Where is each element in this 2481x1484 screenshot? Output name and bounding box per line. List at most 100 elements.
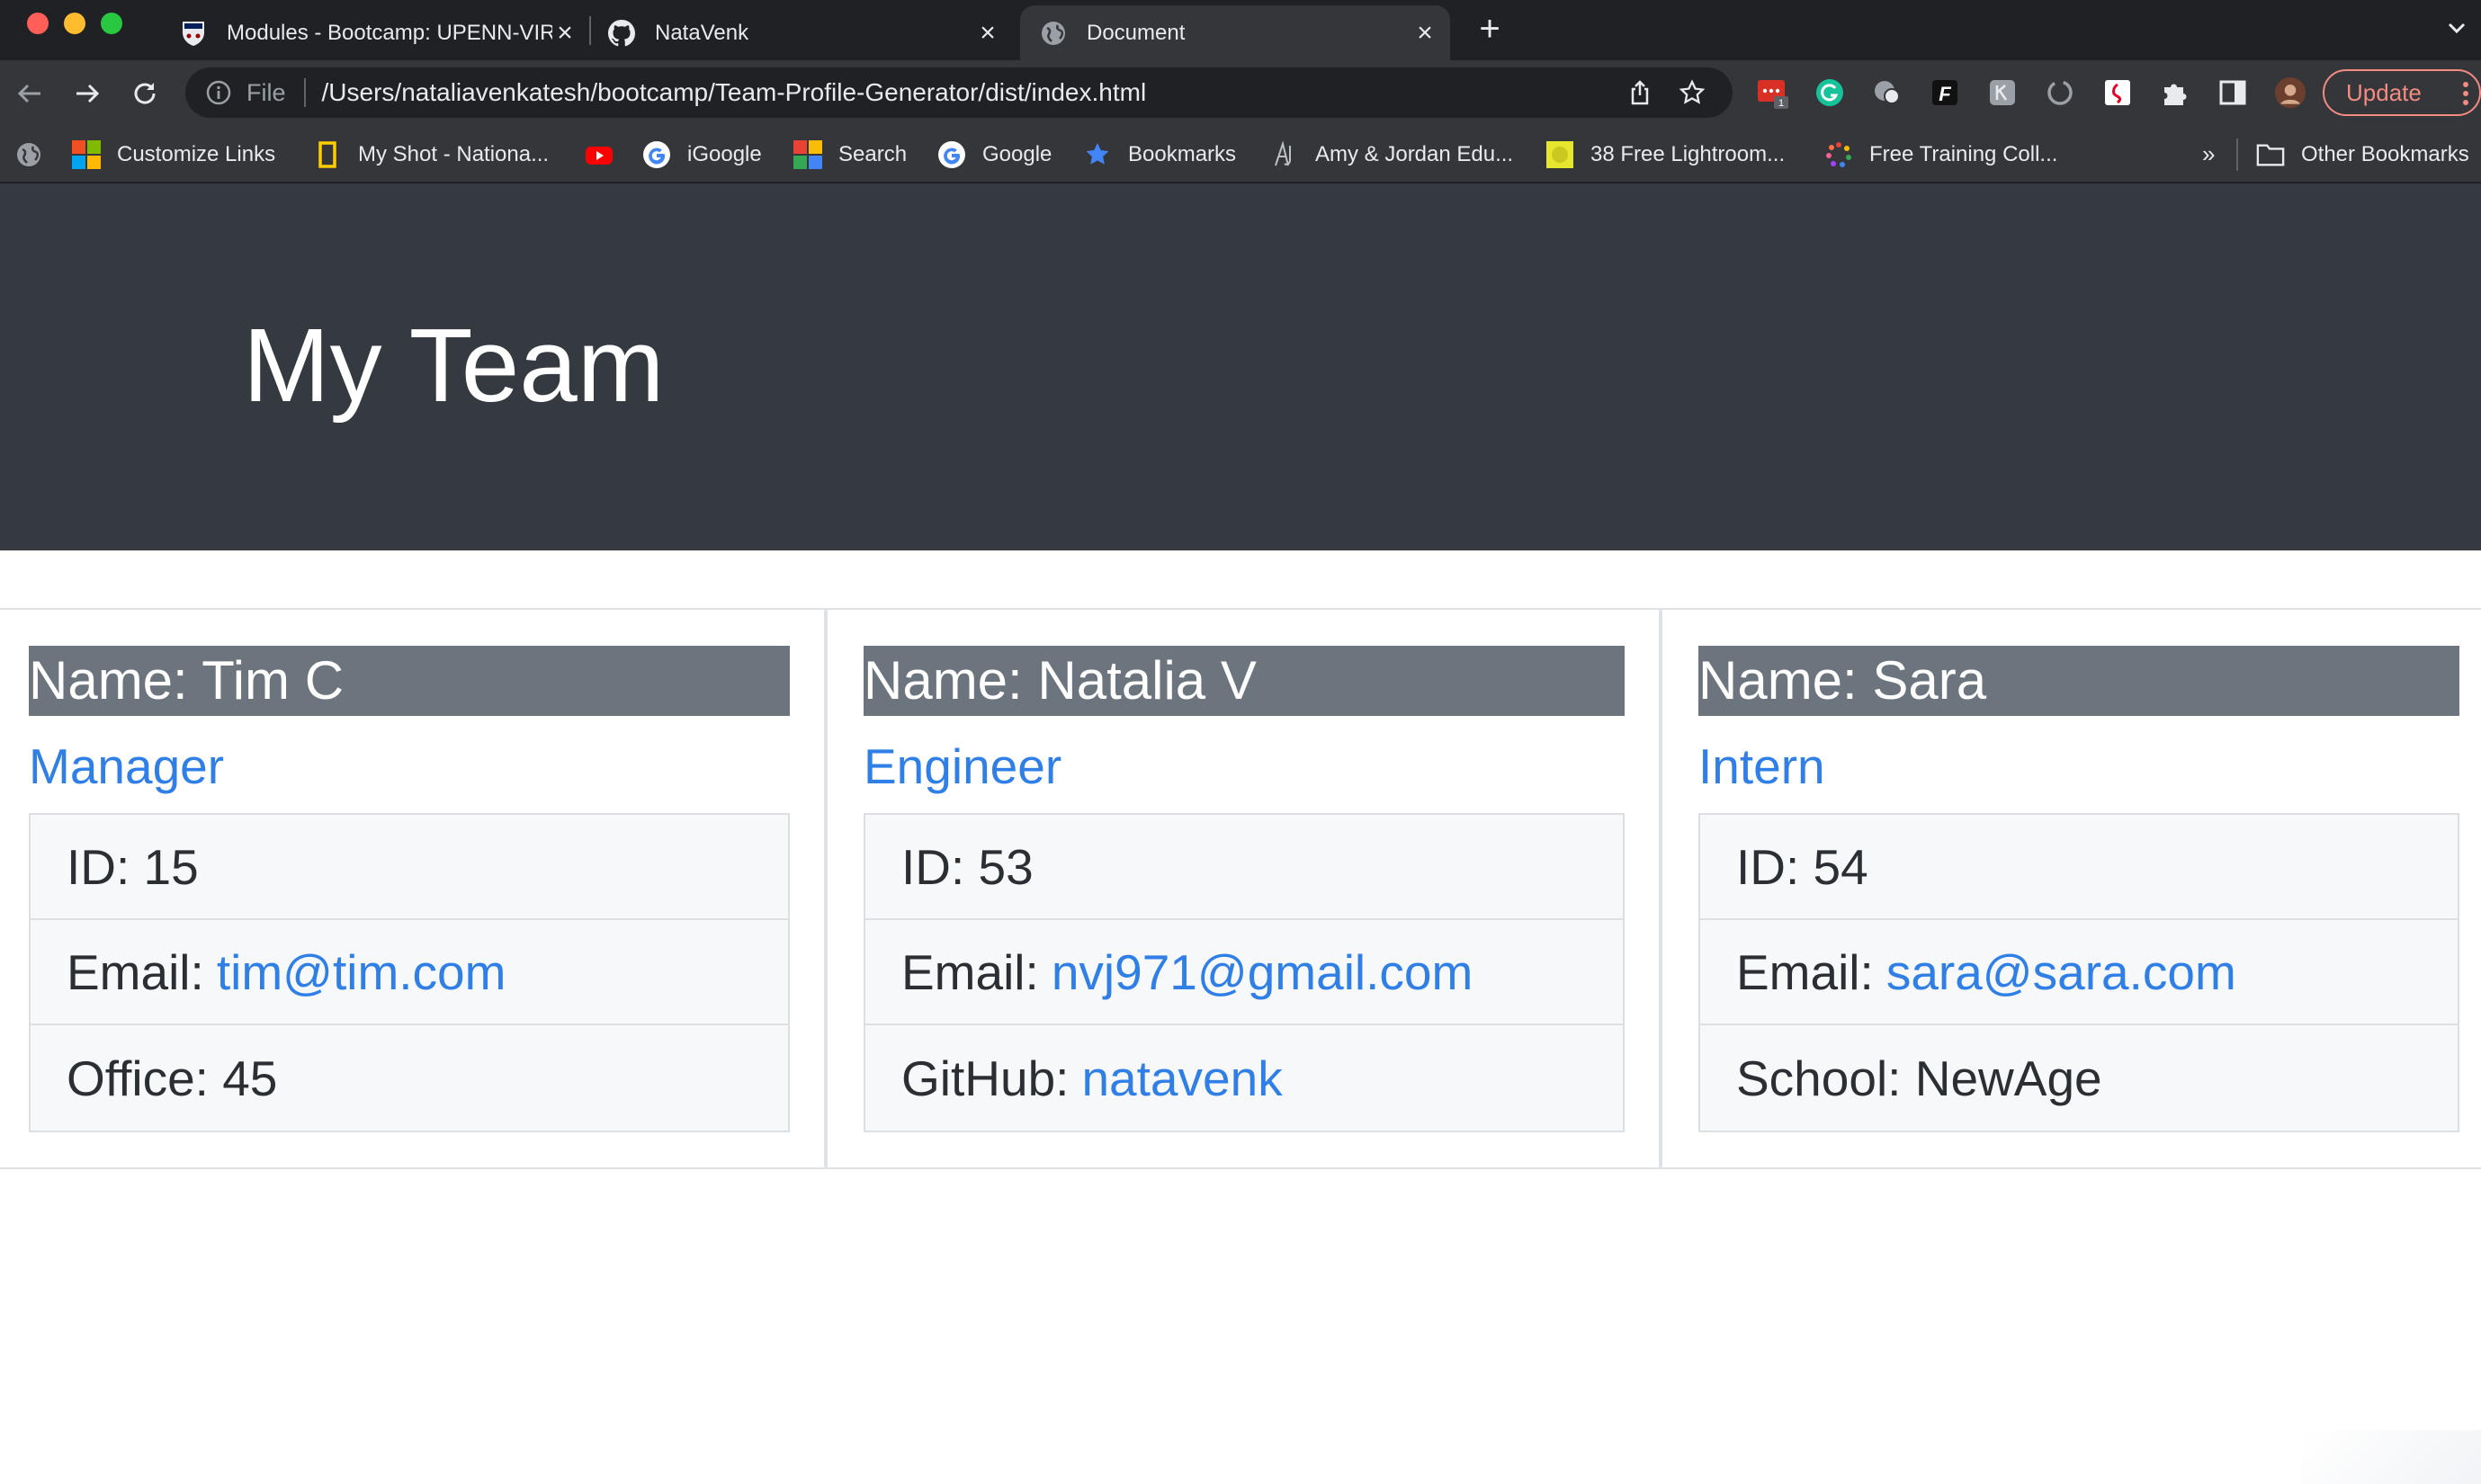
bookmark-label: iGoogle (687, 142, 762, 166)
email-link[interactable]: tim@tim.com (217, 943, 506, 1001)
close-tab-icon[interactable]: × (552, 19, 578, 46)
bookmark-search[interactable]: Search (793, 126, 907, 183)
member-id: ID: 53 (865, 815, 1623, 920)
bookmark-free-training[interactable]: Free Training Coll... (1824, 126, 2057, 183)
folder-icon (2256, 140, 2285, 169)
email-label: Email: (1736, 943, 1874, 1000)
loop-extension-icon[interactable] (2044, 76, 2076, 109)
maximize-window-button[interactable] (101, 13, 122, 34)
grammarly-extension-icon[interactable] (1814, 76, 1846, 109)
evernote-extension-icon[interactable] (1871, 76, 1903, 109)
profile-avatar[interactable] (2274, 76, 2306, 109)
team-member-card: Name: Sara Intern ID: 54 Email: sara@sar… (1661, 608, 2481, 1169)
github-label: GitHub: (901, 1050, 1070, 1106)
update-label: Update (2346, 78, 2422, 106)
member-github-row: GitHub: natavenk (865, 1025, 1623, 1131)
pinterest-extension-icon[interactable] (2101, 76, 2134, 109)
gray-extension-icon[interactable] (1986, 76, 2019, 109)
tab-title: Document (1087, 20, 1186, 45)
member-office: Office: 45 (67, 1050, 278, 1106)
tab-document[interactable]: Document × (1020, 5, 1450, 60)
tab-natavenk[interactable]: NataVenk × (608, 5, 1000, 60)
more-bookmarks-chevron-icon[interactable]: » (2202, 140, 2215, 168)
apps-globe-bookmark[interactable] (14, 126, 59, 183)
penn-shield-icon (180, 20, 207, 47)
member-email-row: Email: tim@tim.com (31, 920, 788, 1025)
bookmark-label: Amy & Jordan Edu... (1315, 142, 1514, 166)
close-tab-icon[interactable]: × (975, 19, 1000, 46)
tab-search-chevron-icon[interactable] (2443, 14, 2470, 41)
tab-title: Modules - Bootcamp: UPENN-VIRT (227, 20, 552, 45)
globe-icon (1040, 20, 1067, 47)
search-app-icon (793, 140, 822, 169)
email-label: Email: (901, 943, 1039, 1000)
email-label: Email: (67, 943, 204, 1000)
url-divider (303, 78, 306, 107)
member-id: ID: 15 (31, 815, 788, 920)
bookmark-label: Free Training Coll... (1869, 142, 2058, 166)
natgeo-icon (313, 140, 342, 169)
info-icon[interactable] (205, 79, 232, 106)
tab-modules[interactable]: Modules - Bootcamp: UPENN-VIRT × (176, 5, 578, 60)
reload-icon (134, 83, 156, 104)
member-details-list: ID: 15 Email: tim@tim.com Office: 45 (29, 813, 790, 1132)
tab-title: NataVenk (655, 20, 749, 45)
address-bar[interactable]: File /Users/nataliavenkatesh/bootcamp/Te… (185, 67, 1733, 118)
bookmark-bookmarks[interactable]: Bookmarks (1083, 126, 1236, 183)
globe-icon (14, 140, 43, 169)
puzzle-extensions-icon[interactable] (2159, 76, 2191, 109)
github-link[interactable]: natavenk (1081, 1050, 1282, 1107)
svg-text:F: F (1939, 83, 1951, 105)
kebab-menu-icon[interactable] (2463, 82, 2468, 105)
share-icon[interactable] (1626, 79, 1653, 106)
member-name: Name: Tim C (29, 646, 790, 716)
bookmark-label: Bookmarks (1128, 142, 1237, 166)
forward-button[interactable] (70, 76, 104, 111)
bookmark-label: 38 Free Lightroom... (1590, 142, 1786, 166)
member-email-row: Email: sara@sara.com (1700, 920, 2458, 1025)
todoist-extension-icon[interactable]: 1 (1756, 76, 1788, 109)
email-link[interactable]: sara@sara.com (1886, 943, 2236, 1001)
bookmark-other[interactable]: Other Bookmarks (2256, 126, 2469, 183)
bookmarks-divider (2236, 139, 2238, 171)
training-icon (1824, 140, 1853, 169)
bookmark-my-shot[interactable]: My Shot - Nationa... (313, 126, 549, 183)
back-arrow-icon (17, 84, 40, 103)
member-details-list: ID: 54 Email: sara@sara.com School: NewA… (1698, 813, 2459, 1132)
bookmark-label: Other Bookmarks (2301, 142, 2469, 166)
extension-badge: 1 (1778, 98, 1784, 109)
tab-divider (589, 16, 591, 45)
google-icon (642, 140, 671, 169)
star-bookmark-icon (1083, 140, 1112, 169)
close-window-button[interactable] (27, 13, 49, 34)
member-details-list: ID: 53 Email: nvj971@gmail.com GitHub: n… (864, 813, 1625, 1132)
youtube-icon (585, 140, 614, 169)
url-scheme: File (246, 78, 286, 106)
f-extension-icon[interactable]: F (1929, 76, 1961, 109)
team-member-card: Name: Tim C Manager ID: 15 Email: tim@ti… (0, 608, 826, 1169)
lightroom-icon (1545, 140, 1574, 169)
side-panel-icon[interactable] (2217, 76, 2249, 109)
page-title: My Team (243, 307, 665, 424)
close-tab-icon[interactable]: × (1412, 19, 1438, 46)
bookmark-label: My Shot - Nationa... (358, 142, 550, 166)
back-button[interactable] (13, 76, 47, 111)
new-tab-button[interactable]: + (1473, 11, 1506, 47)
bookmark-amy-jordan[interactable]: Amy & Jordan Edu... (1270, 126, 1513, 183)
bookmark-youtube[interactable] (585, 126, 630, 183)
member-name: Name: Sara (1698, 646, 2459, 716)
update-button[interactable]: Update (2323, 69, 2481, 116)
bookmark-igoogle[interactable]: iGoogle (642, 126, 762, 183)
url-text[interactable]: /Users/nataliavenkatesh/bootcamp/Team-Pr… (322, 78, 1147, 107)
bookmark-label: Customize Links (117, 142, 276, 166)
member-id: ID: 54 (1700, 815, 2458, 920)
reload-button[interactable] (128, 76, 162, 111)
email-link[interactable]: nvj971@gmail.com (1052, 943, 1473, 1001)
bookmark-lightroom[interactable]: 38 Free Lightroom... (1545, 126, 1785, 183)
forward-arrow-icon (76, 84, 100, 103)
minimize-window-button[interactable] (64, 13, 85, 34)
bookmark-google[interactable]: Google (937, 126, 1052, 183)
bookmark-customize-links[interactable]: Customize Links (72, 126, 275, 183)
team-member-card: Name: Natalia V Engineer ID: 53 Email: n… (826, 608, 1661, 1169)
bookmark-star-icon[interactable] (1679, 79, 1706, 106)
